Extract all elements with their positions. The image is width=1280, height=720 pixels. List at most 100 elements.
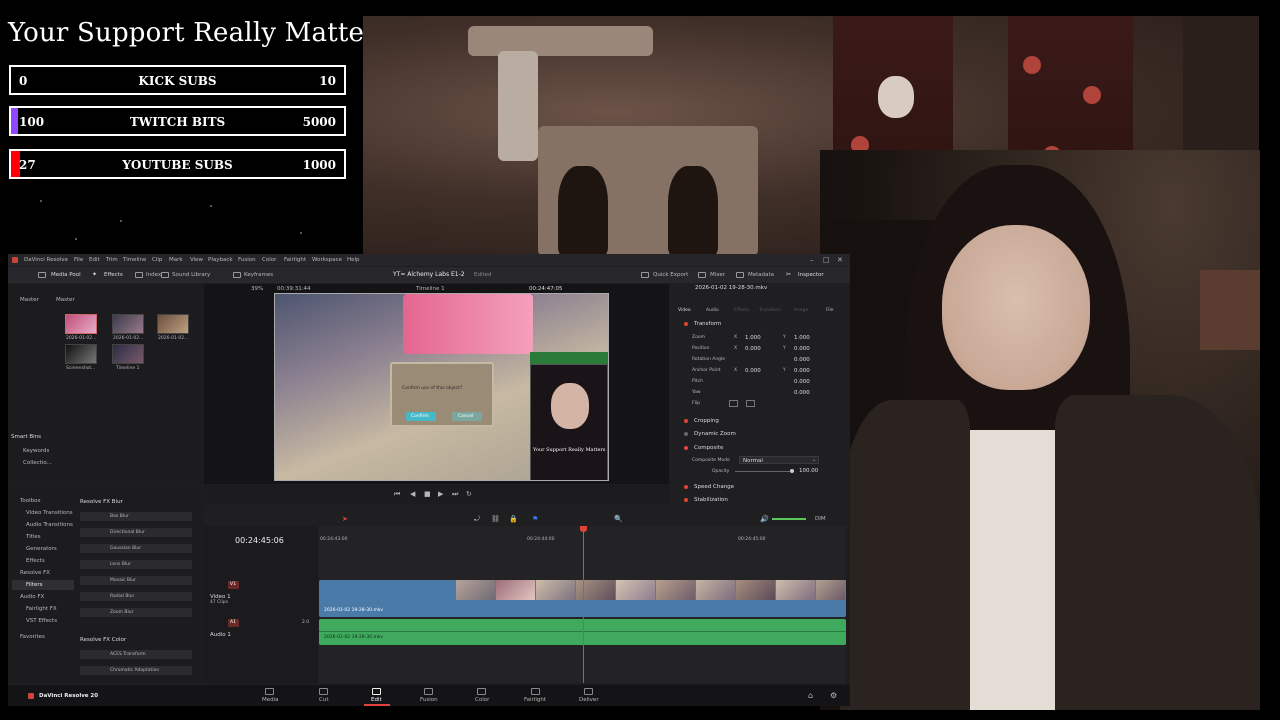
transform-enabled-dot[interactable] — [684, 322, 688, 326]
fairlight-page-icon[interactable] — [531, 688, 540, 695]
edit-page-icon[interactable] — [372, 688, 381, 695]
media-pool-button[interactable]: Media Pool — [51, 272, 81, 278]
sound-library-button[interactable]: Sound Library — [172, 272, 210, 278]
quick-export-button[interactable]: Quick Export — [653, 272, 688, 278]
flip-horizontal-icon[interactable] — [729, 400, 738, 407]
audio-transitions-item[interactable]: Audio Transitions — [26, 522, 73, 528]
anchor-x-value[interactable]: 0.000 — [745, 368, 761, 374]
dynamic-zoom-enabled-dot[interactable] — [684, 432, 688, 436]
stop-icon[interactable]: ■ — [424, 490, 431, 498]
stabilization-enabled-dot[interactable] — [684, 498, 688, 502]
menu-trim[interactable]: Trim — [106, 257, 118, 263]
opacity-slider-handle[interactable] — [790, 469, 794, 473]
tab-audio[interactable]: Audio — [706, 308, 719, 313]
master-bin[interactable]: Master — [20, 297, 39, 303]
menu-workspace[interactable]: Workspace — [312, 257, 342, 263]
zoom-y-value[interactable]: 1.000 — [794, 335, 810, 341]
effect-directional-blur[interactable]: Directional Blur — [80, 528, 192, 537]
rotation-value[interactable]: 0.000 — [794, 357, 810, 363]
volume-slider[interactable] — [772, 518, 806, 520]
linked-selection-icon[interactable]: ⛓ — [491, 515, 500, 523]
tab-effects[interactable]: Effects — [734, 308, 749, 313]
minimize-icon[interactable]: – — [810, 256, 814, 264]
page-fairlight[interactable]: Fairlight — [524, 697, 546, 703]
index-button[interactable]: Index — [146, 272, 161, 278]
a1-track-id-badge[interactable]: A1 — [228, 619, 239, 627]
resolve-fx-item[interactable]: Resolve FX — [20, 570, 50, 576]
metadata-button[interactable]: Metadata — [748, 272, 774, 278]
position-y-value[interactable]: 0.000 — [794, 346, 810, 352]
timeline-name[interactable]: Timeline 1 — [416, 286, 445, 292]
clip-thumbnail[interactable] — [157, 314, 189, 334]
tab-file[interactable]: File — [826, 308, 834, 313]
effect-box-blur[interactable]: Box Blur — [80, 512, 192, 521]
generators-item[interactable]: Generators — [26, 546, 57, 552]
menu-fusion[interactable]: Fusion — [238, 257, 256, 263]
menu-help[interactable]: Help — [347, 257, 360, 263]
composite-enabled-dot[interactable] — [684, 446, 688, 450]
close-icon[interactable]: ✕ — [837, 256, 843, 264]
effect-lens-blur[interactable]: Lens Blur — [80, 560, 192, 569]
skip-to-start-icon[interactable]: ⏮ — [394, 490, 400, 499]
playhead[interactable] — [583, 526, 584, 683]
pitch-value[interactable]: 0.000 — [794, 379, 810, 385]
gear-icon[interactable]: ⚙ — [830, 691, 837, 700]
favorites-item[interactable]: Favorites — [20, 634, 45, 640]
tab-image[interactable]: Image — [794, 308, 808, 313]
stabilization-section[interactable]: Stabilization — [694, 497, 728, 503]
effect-mosaic-blur[interactable]: Mosaic Blur — [80, 576, 192, 585]
effects-button[interactable]: Effects — [104, 272, 123, 278]
tab-video[interactable]: Video — [678, 308, 691, 313]
selection-tool-icon[interactable]: ➤ — [342, 515, 348, 523]
playhead-handle[interactable] — [580, 526, 587, 532]
menu-file[interactable]: File — [74, 257, 83, 263]
deliver-page-icon[interactable] — [584, 688, 593, 695]
keyframes-button[interactable]: Keyframes — [244, 272, 273, 278]
reverse-play-icon[interactable]: ◀ — [410, 490, 415, 498]
page-edit[interactable]: Edit — [371, 697, 382, 703]
confirm-button[interactable]: Confirm — [406, 412, 436, 421]
flag-icon[interactable]: ⚑ — [532, 515, 538, 523]
page-cut[interactable]: Cut — [319, 697, 328, 703]
audio-fx-item[interactable]: Audio FX — [20, 594, 44, 600]
effect-chromatic-adaptation[interactable]: Chromatic Adaptation — [80, 666, 192, 675]
menu-clip[interactable]: Clip — [152, 257, 162, 263]
page-fusion[interactable]: Fusion — [420, 697, 438, 703]
cancel-button[interactable]: Cancel — [452, 412, 482, 421]
yaw-value[interactable]: 0.000 — [794, 390, 810, 396]
smart-bin-keywords[interactable]: Keywords — [23, 448, 49, 454]
composite-mode-select[interactable]: Normal ⌄ — [739, 456, 819, 464]
timeline-thumbnail[interactable] — [112, 344, 144, 364]
speed-change-enabled-dot[interactable] — [684, 485, 688, 489]
anchor-y-value[interactable]: 0.000 — [794, 368, 810, 374]
filters-item[interactable]: Filters — [26, 582, 43, 588]
dim-button[interactable]: DIM — [815, 516, 826, 522]
menu-view[interactable]: View — [190, 257, 203, 263]
composite-section[interactable]: Composite — [694, 445, 723, 451]
clip-thumbnail[interactable] — [112, 314, 144, 334]
menu-playback[interactable]: Playback — [208, 257, 233, 263]
video-frame[interactable]: Confirm use of this object? Confirm Canc… — [274, 293, 609, 481]
media-page-icon[interactable] — [265, 688, 274, 695]
loop-icon[interactable]: ↻ — [466, 490, 472, 498]
smart-bin-collections[interactable]: Collectio... — [23, 460, 52, 466]
page-deliver[interactable]: Deliver — [579, 697, 599, 703]
opacity-slider[interactable] — [735, 471, 793, 472]
effect-aces-transform[interactable]: ACES Transform — [80, 650, 192, 659]
speed-change-section[interactable]: Speed Change — [694, 484, 734, 490]
vst-effects-item[interactable]: VST Effects — [26, 618, 57, 624]
menu-edit[interactable]: Edit — [89, 257, 100, 263]
dynamic-zoom-section[interactable]: Dynamic Zoom — [694, 431, 736, 437]
cropping-enabled-dot[interactable] — [684, 419, 688, 423]
opacity-value[interactable]: 100.00 — [799, 468, 818, 474]
titles-item[interactable]: Titles — [26, 534, 41, 540]
flip-vertical-icon[interactable] — [746, 400, 755, 407]
cropping-section[interactable]: Cropping — [694, 418, 719, 424]
effect-gaussian-blur[interactable]: Gaussian Blur — [80, 544, 192, 553]
toolbox-item[interactable]: Toolbox — [20, 498, 41, 504]
fusion-page-icon[interactable] — [424, 688, 433, 695]
effect-zoom-blur[interactable]: Zoom Blur — [80, 608, 192, 617]
clip-thumbnail[interactable] — [65, 314, 97, 334]
zoom-x-value[interactable]: 1.000 — [745, 335, 761, 341]
tab-transition[interactable]: Transition — [759, 308, 781, 313]
